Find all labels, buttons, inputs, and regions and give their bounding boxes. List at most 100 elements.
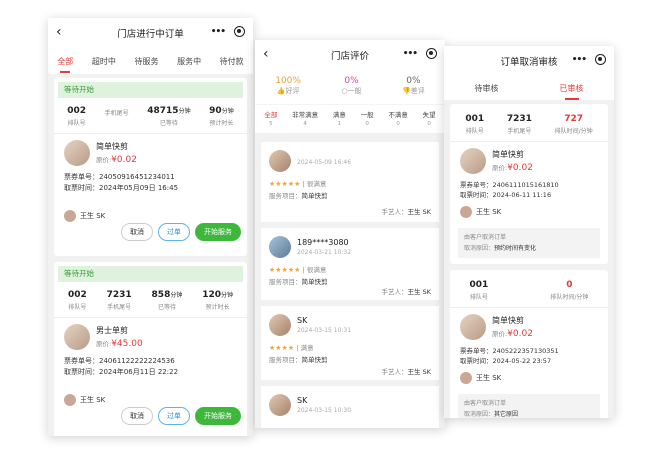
queue-number: 002 — [67, 290, 87, 300]
avatar — [269, 236, 291, 258]
more-icon[interactable]: ••• — [211, 27, 226, 37]
back-icon[interactable]: ‹ — [56, 24, 62, 40]
avatar — [269, 394, 291, 416]
start-service-button[interactable]: 开始服务 — [195, 223, 241, 241]
tab-timeout[interactable]: 超时中 — [90, 56, 118, 67]
tab-pending-payment[interactable]: 待付款 — [218, 56, 246, 67]
close-target-icon[interactable] — [595, 54, 606, 65]
tab-all[interactable]: 全部 — [55, 56, 75, 73]
stat-label: 手机尾号 — [107, 304, 132, 311]
stat-label: 手机尾号 — [507, 128, 532, 135]
close-target-icon[interactable] — [426, 48, 437, 59]
order-stats: 001 排队号 0 排队时间/分钟 — [450, 270, 608, 308]
service-row: 简单快剪 原价:¥0.02 — [54, 134, 247, 170]
artist: 手艺人：王生 SK — [381, 288, 431, 296]
cancel-info: 由客户取消订单 取消原因：其它原因 — [458, 394, 600, 418]
review-card: 189****3080 2024-03-21 10:32 ★★★★★ | 很满意 … — [261, 228, 439, 300]
cancel-info: 由客户取消订单 取消原因：预约时间有变化 — [458, 228, 600, 258]
estimated-duration: 90分钟 — [209, 106, 234, 116]
skip-button[interactable]: 过单 — [158, 223, 190, 241]
page-title: 订单取消审核 — [500, 57, 558, 68]
service-price: 原价:¥0.02 — [492, 163, 533, 173]
tab-average[interactable]: 一般 0 — [361, 109, 374, 127]
service-name: 简单快剪 — [492, 150, 524, 159]
stat-label: 排队号 — [68, 304, 87, 311]
cancel-button[interactable]: 取消 — [121, 407, 153, 425]
tab-pending-audit[interactable]: 待审核 — [473, 83, 501, 94]
queue-number: 001 — [469, 280, 489, 290]
stat-label: 排队号 — [67, 120, 86, 127]
tab-all[interactable]: 全部 5 — [264, 109, 277, 127]
more-icon[interactable]: ••• — [403, 49, 418, 59]
stat-label: 排队时间/分钟 — [554, 128, 593, 135]
ticket-time: 取票时间：2024-06-11 11:16 — [460, 191, 552, 199]
worker-name: 王生 SK — [476, 208, 502, 216]
start-service-button[interactable]: 开始服务 — [195, 407, 241, 425]
service-item: 服务项目：简单快剪 — [269, 356, 328, 364]
ticket-number: 票券单号：2406111015161810 — [460, 181, 559, 189]
skip-button[interactable]: 过单 — [158, 407, 190, 425]
stat-label: 排队号 — [469, 294, 488, 301]
order-tabs: 全部 超时中 待服务 服务中 待付款 — [48, 48, 253, 74]
worker-name: 王生 SK — [80, 396, 106, 404]
estimated-duration: 120分钟 — [202, 290, 234, 300]
tab-unsatisfied[interactable]: 不满意 0 — [388, 109, 408, 127]
service-item: 服务项目：简单快剪 — [269, 192, 328, 200]
stat-label: 手机尾号 — [104, 110, 129, 117]
stat-label: 排队号 — [465, 128, 484, 135]
stat-label: 已等待 — [157, 304, 176, 311]
nav-bar: 订单取消审核 ••• — [444, 46, 614, 76]
tab-disappointed[interactable]: 失望 0 — [423, 109, 436, 127]
queue-number: 002 — [67, 106, 87, 116]
close-target-icon[interactable] — [234, 26, 245, 37]
avatar — [64, 394, 76, 406]
order-card: 等待开始 002 排队号 7231 手机尾号 858分钟 已等待 120分钟 预计时长 … — [54, 262, 247, 436]
phone-cancel-review: 订单取消审核 ••• 待审核 已审核 001 排队号 7231 手机尾号 727 排队… — [444, 46, 614, 418]
worker-row: 王生 SK — [450, 368, 608, 388]
tab-satisfied[interactable]: 满意 1 — [333, 109, 346, 127]
action-buttons: 取消 过单 开始服务 — [121, 223, 241, 241]
ticket-number: 票券单号：24050916451234011 — [64, 173, 175, 181]
ticket-info: 票券单号：24061122222224536 取票时间：2024年06月11日 … — [54, 354, 247, 380]
avatar — [269, 150, 291, 172]
review-date: 2024-03-21 10:32 — [297, 249, 352, 256]
service-name: 男士单剪 — [96, 326, 128, 335]
artist: 手艺人：王生 SK — [381, 368, 431, 376]
order-stats: 002 排队号 7231 手机尾号 858分钟 已等待 120分钟 预计时长 — [54, 282, 247, 318]
phone-store-reviews: ‹ 门店评价 ••• 100% 👍好评 0% ○一般 0% 👎差评 全部 5 非常满意 4… — [255, 40, 445, 428]
queue-number: 001 — [465, 114, 485, 124]
order-card: 等待开始 002 排队号 手机尾号 48715分钟 已等待 90分钟 预计时长 简单快… — [54, 78, 247, 256]
service-row: 简单快剪 原价:¥0.02 — [450, 308, 608, 344]
more-icon[interactable]: ••• — [572, 55, 587, 65]
cancel-button[interactable]: 取消 — [121, 223, 153, 241]
tab-in-service[interactable]: 服务中 — [175, 56, 203, 67]
worker-row: 王生 SK — [450, 202, 608, 222]
cancel-by: 由客户取消订单 — [464, 400, 507, 407]
service-name: 简单快剪 — [492, 316, 524, 325]
average-rating: 0% ○一般 — [341, 76, 362, 95]
order-stats: 002 排队号 手机尾号 48715分钟 已等待 90分钟 预计时长 — [54, 98, 247, 134]
thumb-down-icon: 👎 — [402, 87, 411, 95]
tab-audited[interactable]: 已审核 — [558, 83, 586, 100]
page-title: 门店评价 — [330, 51, 369, 62]
good-rating: 100% 👍好评 — [275, 76, 301, 95]
back-icon[interactable]: ‹ — [263, 46, 269, 62]
waited-time: 858分钟 — [151, 290, 183, 300]
nav-bar: ‹ 门店进行中订单 ••• — [48, 18, 253, 48]
service-item: 服务项目：简单快剪 — [269, 278, 328, 286]
review-card: SK 2024-03-15 10:30 — [261, 386, 439, 428]
stat-label: 预计时长 — [209, 120, 234, 127]
order-card: 001 排队号 0 排队时间/分钟 简单快剪 原价:¥0.02 票券单号：24052… — [450, 270, 608, 418]
tab-pending-service[interactable]: 待服务 — [132, 56, 160, 67]
cancel-reason: 取消原因：预约时间有变化 — [464, 245, 537, 252]
tab-very-satisfied[interactable]: 非常满意 4 — [292, 109, 318, 127]
order-card: 001 排队号 7231 手机尾号 727 排队时间/分钟 简单快剪 原价:¥0.02… — [450, 104, 608, 264]
reviewer-name: 189****3080 — [297, 238, 349, 247]
reviewer-name: SK — [297, 396, 308, 405]
service-name: 简单快剪 — [96, 142, 128, 151]
review-date: 2024-03-15 10:30 — [297, 407, 352, 414]
review-card: 2024-05-09 16:46 ★★★★★ | 很满意 服务项目：简单快剪 手… — [261, 142, 439, 222]
review-date: 2024-05-09 16:46 — [297, 158, 352, 166]
service-image — [460, 314, 486, 340]
cancel-reason: 取消原因：其它原因 — [464, 411, 519, 418]
